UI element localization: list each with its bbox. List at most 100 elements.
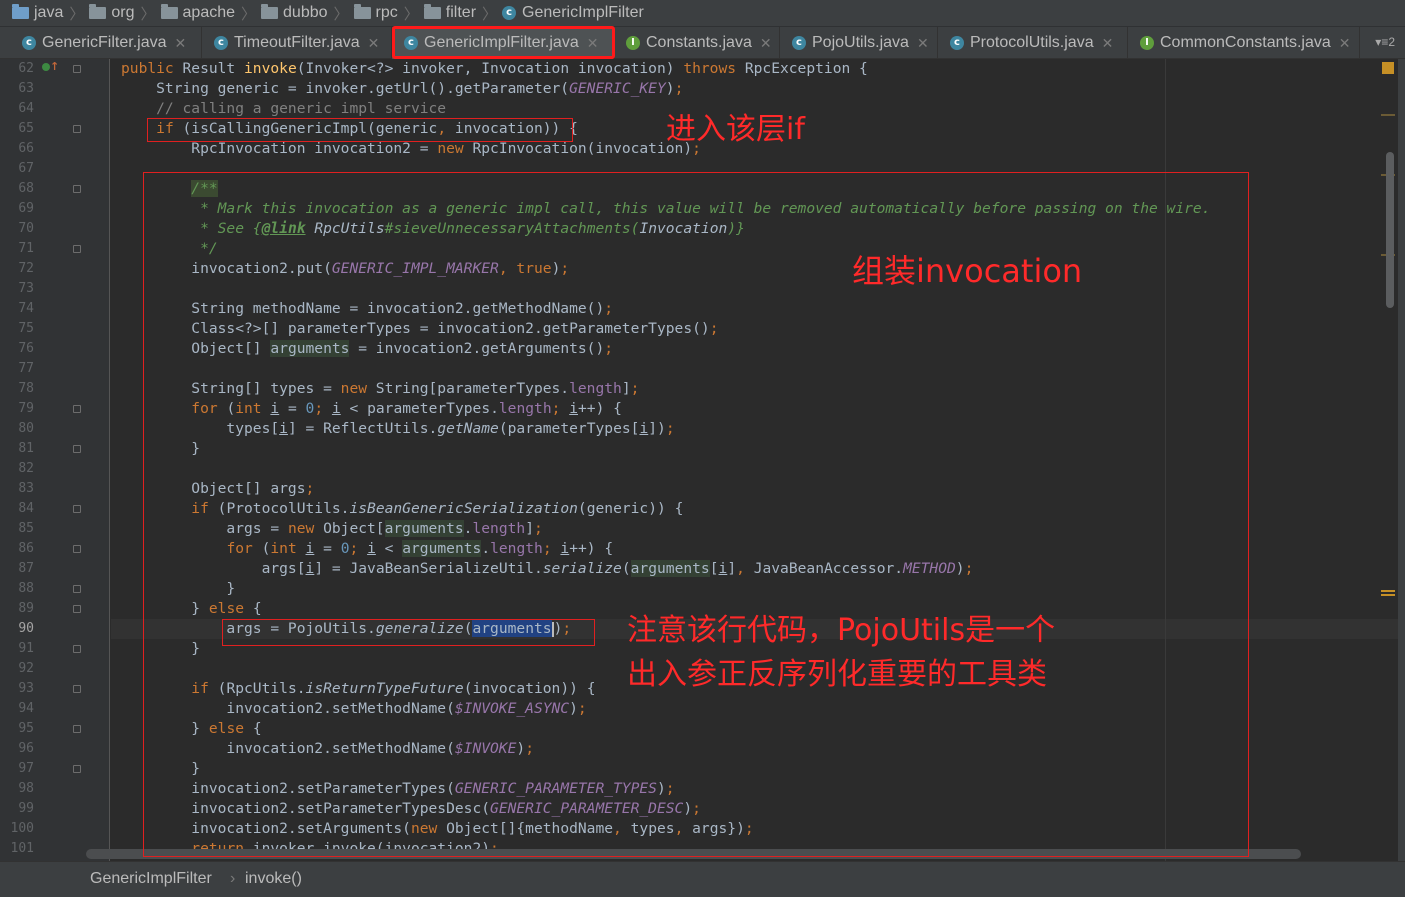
tab-pojoutils[interactable]: c PojoUtils.java ✕: [780, 27, 938, 59]
tab-constants[interactable]: I Constants.java ✕: [614, 27, 780, 59]
close-icon[interactable]: ✕: [1102, 35, 1114, 52]
line-number: 69: [18, 201, 34, 216]
if-condition-highlight-box: [147, 118, 573, 142]
fold-icon[interactable]: [73, 545, 81, 553]
close-icon[interactable]: ✕: [1339, 35, 1351, 52]
fold-icon[interactable]: [73, 765, 81, 773]
line-number: 90: [18, 621, 34, 636]
class-icon: c: [214, 36, 228, 50]
tab-genericfilter[interactable]: c GenericFilter.java ✕: [10, 27, 202, 59]
line-number: 95: [18, 721, 34, 736]
line-number: 71: [18, 241, 34, 256]
close-icon[interactable]: ✕: [917, 35, 929, 52]
warning-indicator-icon[interactable]: [1382, 62, 1394, 74]
chevron-right-icon: ›: [230, 870, 236, 887]
fold-icon[interactable]: [73, 125, 81, 133]
line-number: 87: [18, 561, 34, 576]
package-icon: [160, 4, 178, 19]
warning-marker[interactable]: [1381, 114, 1395, 116]
line-number: 99: [18, 801, 34, 816]
line-number: 73: [18, 281, 34, 296]
pojoutils-line-highlight-box: [222, 619, 595, 646]
status-method-name[interactable]: invoke(): [245, 870, 302, 888]
line-number: 83: [18, 481, 34, 496]
fold-icon[interactable]: [73, 405, 81, 413]
tab-list-menu-icon[interactable]: ▾≡2: [1375, 35, 1395, 49]
line-number: 67: [18, 161, 34, 176]
fold-icon[interactable]: [73, 445, 81, 453]
chevron-right-icon: 〉: [482, 5, 498, 23]
line-number: 80: [18, 421, 34, 436]
fold-icon[interactable]: [73, 605, 81, 613]
chevron-right-icon: 〉: [333, 5, 349, 23]
breadcrumb-item-org[interactable]: org: [89, 4, 135, 22]
fold-icon[interactable]: [73, 505, 81, 513]
line-number: 92: [18, 661, 34, 676]
annotation-pojoutils-note-line1: 注意该行代码，PojoUtils是一个: [627, 613, 1056, 648]
fold-icon[interactable]: [73, 725, 81, 733]
active-tab-highlight-box: [392, 26, 615, 59]
tab-protocolutils[interactable]: c ProtocolUtils.java ✕: [938, 27, 1128, 59]
line-number: 98: [18, 781, 34, 796]
code-line: String generic = invoker.getUrl().getPar…: [121, 80, 684, 97]
line-number: 74: [18, 301, 34, 316]
fold-icon[interactable]: [73, 185, 81, 193]
annotation-assemble-note: 组装invocation: [852, 252, 1083, 290]
warning-marker[interactable]: [1381, 590, 1395, 592]
class-icon: c: [502, 6, 517, 20]
line-number: 72: [18, 261, 34, 276]
line-number: 62: [18, 61, 34, 76]
breadcrumb-item-rpc[interactable]: rpc: [353, 4, 398, 22]
close-icon[interactable]: ✕: [175, 35, 187, 52]
status-class-name[interactable]: GenericImplFilter: [90, 870, 212, 888]
tab-commonconstants[interactable]: I CommonConstants.java ✕: [1128, 27, 1360, 59]
package-icon: [261, 4, 279, 19]
annotation-if-note: 进入该层if: [666, 112, 805, 147]
breadcrumb-item-filter[interactable]: filter: [423, 4, 476, 22]
tab-timeoutfilter[interactable]: c TimeoutFilter.java ✕: [202, 27, 392, 59]
vertical-scrollbar[interactable]: [1386, 152, 1394, 308]
line-number: 96: [18, 741, 34, 756]
line-number: 84: [18, 501, 34, 516]
line-number: 76: [18, 341, 34, 356]
chevron-right-icon: 〉: [241, 5, 257, 23]
line-number: 79: [18, 401, 34, 416]
interface-icon: I: [626, 36, 640, 50]
code-line: public Result invoke(Invoker<?> invoker,…: [121, 60, 868, 77]
line-number: 85: [18, 521, 34, 536]
fold-icon[interactable]: [73, 65, 81, 73]
line-number: 70: [18, 221, 34, 236]
warning-marker[interactable]: [1381, 594, 1395, 596]
chevron-right-icon: 〉: [69, 5, 85, 23]
fold-icon[interactable]: [73, 585, 81, 593]
breadcrumb-item-dubbo[interactable]: dubbo: [261, 4, 328, 22]
class-icon: c: [950, 36, 964, 50]
fold-icon[interactable]: [73, 645, 81, 653]
folder-icon: [12, 4, 29, 19]
line-number: 65: [18, 121, 34, 136]
line-number: 66: [18, 141, 34, 156]
fold-icon[interactable]: [73, 685, 81, 693]
breadcrumb-item-class[interactable]: c GenericImplFilter: [502, 4, 644, 22]
package-icon: [89, 4, 107, 19]
annotation-pojoutils-note-line2: 出入参正反序列化重要的工具类: [627, 657, 1047, 692]
class-icon: c: [22, 36, 36, 50]
line-number: 93: [18, 681, 34, 696]
override-arrow-icon: ↑: [50, 60, 60, 73]
line-number: 100: [10, 821, 34, 836]
line-number: 89: [18, 601, 34, 616]
line-number: 63: [18, 81, 34, 96]
line-number: 94: [18, 701, 34, 716]
close-icon[interactable]: ✕: [760, 35, 772, 52]
close-icon[interactable]: ✕: [368, 35, 380, 52]
implements-method-icon[interactable]: [42, 63, 50, 71]
error-stripe-bar: [1398, 59, 1405, 861]
line-number: 75: [18, 321, 34, 336]
breadcrumb-item-java[interactable]: java: [12, 4, 63, 22]
fold-icon[interactable]: [73, 245, 81, 253]
line-number: 81: [18, 441, 34, 456]
chevron-right-icon: 〉: [140, 5, 156, 23]
line-number: 64: [18, 101, 34, 116]
breadcrumb-item-apache[interactable]: apache: [160, 4, 235, 22]
line-number: 97: [18, 761, 34, 776]
